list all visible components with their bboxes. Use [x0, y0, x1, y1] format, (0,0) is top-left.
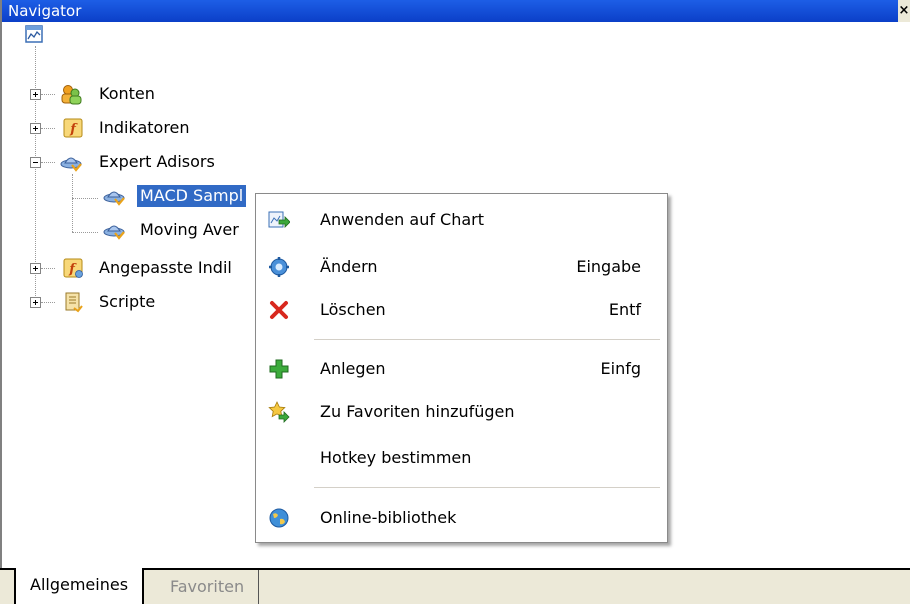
navigator-tabs: Allgemeines Favoriten	[0, 568, 910, 604]
delete-x-icon	[270, 301, 288, 319]
expert-hat-icon[interactable]	[103, 219, 125, 241]
menu-separator	[314, 339, 660, 340]
window-title: Navigator	[8, 2, 82, 20]
expand-indikatoren-toggle[interactable]	[30, 123, 41, 134]
tree-item-scripts[interactable]: Scripte	[96, 291, 158, 313]
expand-custom-indicators-toggle[interactable]	[30, 263, 41, 274]
indicator-f-icon[interactable]: f	[62, 117, 84, 139]
close-icon[interactable]: ×	[898, 0, 910, 22]
tree-item-custom-indicators[interactable]: Angepasste Indil	[96, 257, 235, 279]
menu-shortcut: Entf	[608, 300, 641, 319]
tree-item-macd-sample[interactable]: MACD Sampl	[137, 185, 247, 207]
tree-line	[41, 94, 55, 96]
tree-item-moving-average[interactable]: Moving Aver	[137, 219, 242, 241]
tree-line	[41, 128, 55, 130]
menu-label: Ändern	[320, 257, 378, 276]
tree-line	[41, 302, 55, 304]
menu-separator	[314, 487, 660, 488]
menu-item-modify[interactable]: Ändern Eingabe	[256, 247, 667, 287]
tree-line	[41, 162, 55, 164]
menu-shortcut: Einfg	[600, 359, 641, 378]
menu-item-delete[interactable]: Löschen Entf	[256, 290, 667, 330]
expert-hat-icon[interactable]	[60, 151, 82, 173]
expert-hat-icon[interactable]	[103, 185, 125, 207]
custom-indicator-icon[interactable]: f	[62, 257, 84, 279]
tree-line	[41, 268, 55, 270]
title-bar: Navigator ×	[2, 0, 910, 22]
tab-favoriten[interactable]: Favoriten	[156, 570, 260, 604]
modify-gear-icon	[269, 257, 289, 277]
apply-chart-icon	[268, 211, 290, 228]
online-globe-icon	[269, 508, 289, 528]
favorite-star-icon	[268, 401, 290, 423]
tree-item-expert-advisors[interactable]: Expert Adisors	[96, 151, 218, 173]
terminal-chart-icon[interactable]	[24, 24, 44, 44]
tab-allgemeines[interactable]: Allgemeines	[14, 568, 145, 604]
collapse-experts-toggle[interactable]	[30, 157, 41, 168]
expand-konten-toggle[interactable]	[30, 89, 41, 100]
expand-scripts-toggle[interactable]	[30, 297, 41, 308]
menu-shortcut: Eingabe	[576, 257, 641, 276]
menu-item-apply-to-chart[interactable]: Anwenden auf Chart	[256, 200, 667, 240]
menu-label: Online-bibliothek	[320, 508, 457, 527]
tree-line	[72, 198, 98, 200]
context-menu: Anwenden auf Chart Ändern Eingabe Lösche…	[255, 193, 668, 543]
tree-line	[72, 174, 74, 232]
create-plus-icon	[269, 359, 289, 379]
menu-label: Anwenden auf Chart	[320, 210, 485, 229]
accounts-icon[interactable]	[60, 83, 82, 105]
menu-item-set-hotkey[interactable]: Hotkey bestimmen	[256, 438, 667, 478]
menu-label: Zu Favoriten hinzufügen	[320, 402, 515, 421]
menu-label: Löschen	[320, 300, 386, 319]
menu-label: Hotkey bestimmen	[320, 448, 472, 467]
navigator-panel: Navigator × Konten f Indikatoren Expert …	[0, 0, 910, 604]
menu-item-create[interactable]: Anlegen Einfg	[256, 349, 667, 389]
script-scroll-icon[interactable]	[62, 291, 84, 313]
menu-item-online-library[interactable]: Online-bibliothek	[256, 498, 667, 538]
menu-item-add-favorites[interactable]: Zu Favoriten hinzufügen	[256, 392, 667, 432]
tree-item-indikatoren[interactable]: Indikatoren	[96, 117, 193, 139]
tree-line	[72, 232, 98, 234]
menu-label: Anlegen	[320, 359, 386, 378]
tree-item-konten[interactable]: Konten	[96, 83, 158, 105]
